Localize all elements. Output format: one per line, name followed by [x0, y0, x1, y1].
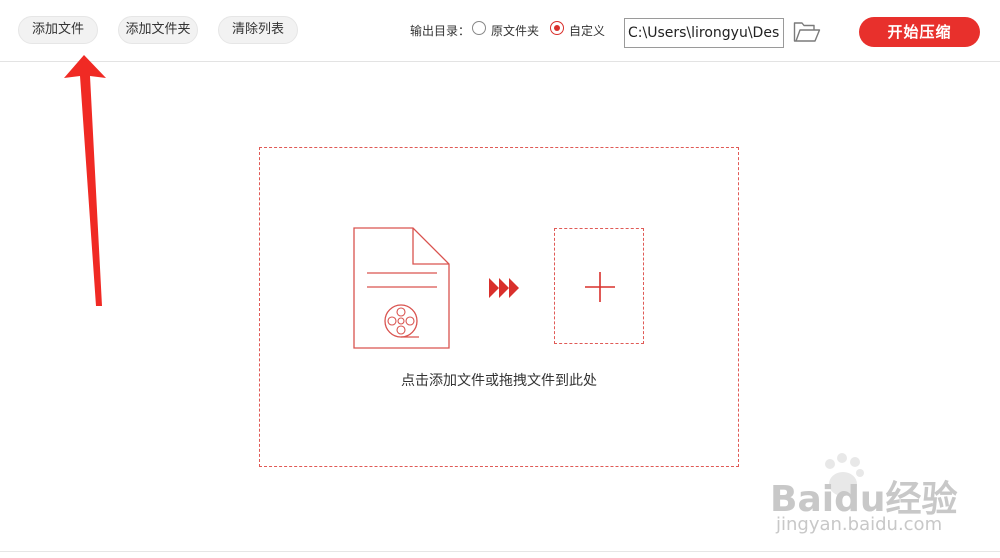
folder-open-icon[interactable] [793, 21, 821, 43]
radio-original-folder[interactable] [472, 21, 486, 35]
output-path-input[interactable] [624, 18, 784, 48]
start-compress-button[interactable]: 开始压缩 [859, 17, 980, 47]
triple-chevron-right-icon [489, 278, 519, 298]
radio-original-folder-label[interactable]: 原文件夹 [491, 22, 539, 39]
add-file-button[interactable]: 添加文件 [18, 16, 98, 44]
drop-hint-text: 点击添加文件或拖拽文件到此处 [401, 373, 597, 389]
watermark-url: jingyan.baidu.com [776, 514, 943, 535]
drop-zone[interactable]: 点击添加文件或拖拽文件到此处 [259, 147, 739, 467]
clear-list-button[interactable]: 清除列表 [218, 16, 298, 44]
toolbar: 添加文件 添加文件夹 清除列表 输出目录： 原文件夹 自定义 开始压缩 [0, 0, 1000, 62]
add-file-placeholder[interactable] [554, 228, 644, 344]
add-folder-button[interactable]: 添加文件夹 [118, 16, 198, 44]
divider [0, 551, 1000, 552]
radio-custom[interactable] [550, 21, 564, 35]
radio-custom-label[interactable]: 自定义 [569, 22, 605, 39]
plus-icon [585, 272, 615, 302]
output-dir-label: 输出目录： [410, 24, 471, 38]
red-arrow-annotation-icon [64, 55, 106, 306]
video-file-icon [353, 227, 450, 349]
